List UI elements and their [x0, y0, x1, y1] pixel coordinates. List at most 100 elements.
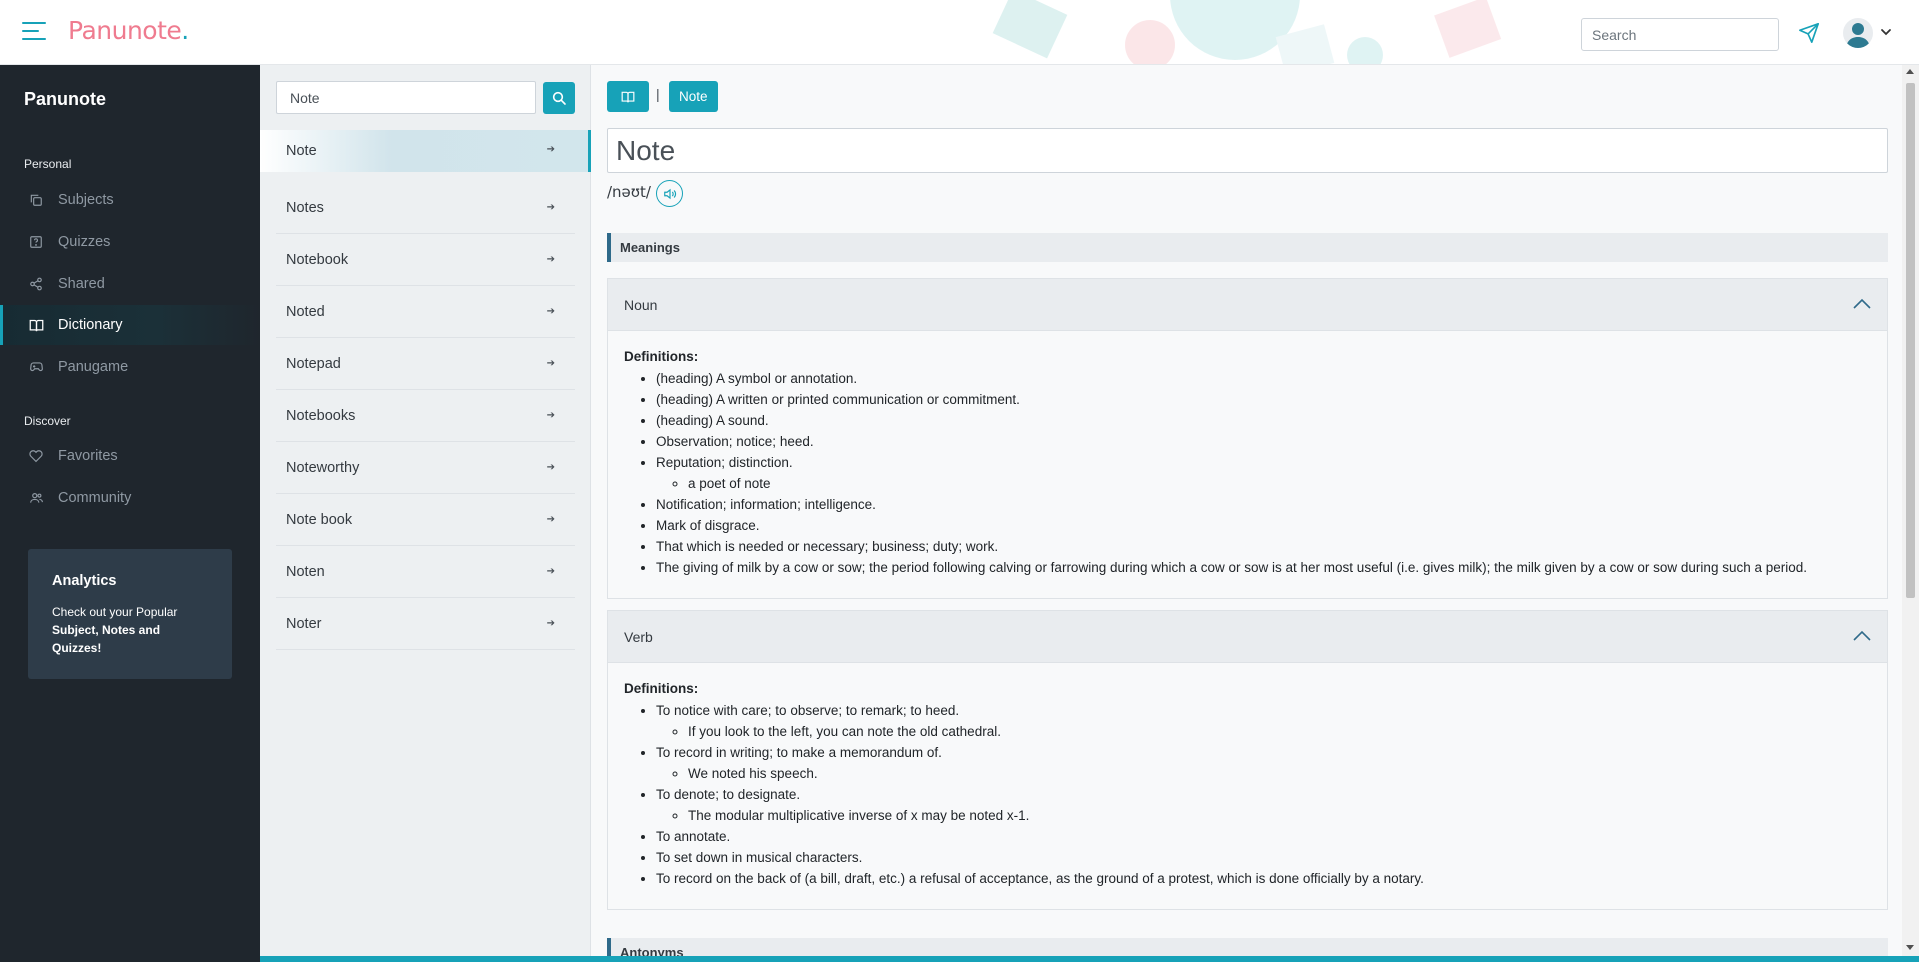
definition-item: To set down in musical characters.	[656, 847, 1871, 868]
app-logo[interactable]: Panunote.	[68, 16, 189, 45]
definition-item: To record on the back of (a bill, draft,…	[656, 868, 1871, 889]
sidebar-item-favorites[interactable]: Favorites	[0, 436, 260, 476]
arrow-right-icon: ➔	[546, 358, 555, 369]
sidebar-item-label: Community	[58, 490, 132, 506]
word-suggestion-list: Note ➔ Notes ➔ Notebook ➔ Noted ➔ Notepad ➔ N…	[260, 130, 591, 650]
word-field[interactable]	[607, 128, 1888, 173]
sidebar-item-quizzes[interactable]: Quizzes	[0, 222, 260, 262]
definition-item: Reputation; distinction. a poet of note	[656, 452, 1871, 494]
list-item[interactable]: Notebooks ➔	[276, 390, 575, 442]
definition-item: (heading) A written or printed communica…	[656, 389, 1871, 410]
sidebar-item-label: Shared	[58, 276, 105, 292]
analytics-card[interactable]: Analytics Check out your Popular Subject…	[28, 549, 232, 679]
breadcrumb-current-word[interactable]: Note	[669, 81, 718, 112]
example-item: a poet of note	[688, 473, 1871, 494]
definition-item: To denote; to designate. The modular mul…	[656, 784, 1871, 826]
sidebar-brand: Panunote	[24, 89, 107, 109]
heart-icon	[28, 448, 44, 464]
scroll-up-arrow[interactable]	[1906, 69, 1914, 74]
scrollbar-thumb[interactable]	[1906, 83, 1915, 598]
sidebar-item-label: Quizzes	[58, 234, 111, 250]
sidebar-item-shared[interactable]: Shared	[0, 264, 260, 304]
sidebar: Panunote Personal Subjects Quizzes Share…	[0, 65, 260, 962]
word-search-button[interactable]	[543, 82, 575, 114]
definition-item: Mark of disgrace.	[656, 515, 1871, 536]
definition-item: To notice with care; to observe; to rema…	[656, 700, 1871, 742]
arrow-right-icon: ➔	[546, 566, 555, 577]
decorative-shapes	[992, 0, 1502, 64]
page-scrollbar[interactable]	[1902, 65, 1919, 962]
example-item: The modular multiplicative inverse of x …	[688, 805, 1871, 826]
sidebar-item-label: Dictionary	[58, 317, 123, 333]
noun-accordion-header[interactable]: Noun	[608, 279, 1887, 331]
scroll-down-arrow[interactable]	[1906, 945, 1914, 950]
analytics-text: Check out your Popular Subject, Notes an…	[52, 605, 178, 655]
sidebar-item-panugame[interactable]: Panugame	[0, 347, 260, 387]
list-item[interactable]: Noten ➔	[276, 546, 575, 598]
copy-icon	[28, 192, 44, 208]
arrow-right-icon: ➔	[546, 462, 555, 473]
share-icon	[28, 276, 44, 292]
word-search-input[interactable]	[276, 81, 536, 114]
dictionary-home-button[interactable]	[607, 81, 649, 112]
book-icon	[28, 317, 44, 333]
example-item: If you look to the left, you can note th…	[688, 721, 1871, 742]
dictionary-main: | Note /nəʊt/ Meanings Noun Definitions:…	[591, 65, 1902, 962]
example-item: We noted his speech.	[688, 763, 1871, 784]
arrow-right-icon: ➔	[546, 306, 555, 317]
analytics-title: Analytics	[52, 573, 117, 589]
definition-item: That which is needed or necessary; busin…	[656, 536, 1871, 557]
section-label-personal: Personal	[24, 157, 72, 171]
arrow-right-icon: ➔	[546, 618, 555, 629]
menu-toggle-button[interactable]	[22, 22, 46, 42]
breadcrumb-separator: |	[656, 86, 660, 102]
noun-definitions: Definitions: (heading) A symbol or annot…	[608, 331, 1887, 598]
list-item[interactable]: Notes ➔	[276, 182, 575, 234]
user-icon	[1846, 23, 1870, 48]
definition-item: Notification; information; intelligence.	[656, 494, 1871, 515]
sidebar-item-subjects[interactable]: Subjects	[0, 180, 260, 220]
list-item[interactable]: Note book ➔	[276, 494, 575, 546]
sidebar-item-label: Subjects	[58, 192, 114, 208]
list-item[interactable]: Notepad ➔	[276, 338, 575, 390]
question-square-icon	[28, 234, 44, 250]
book-icon	[621, 91, 635, 102]
user-avatar[interactable]	[1843, 18, 1873, 48]
definition-item: The giving of milk by a cow or sow; the …	[656, 557, 1871, 578]
meanings-header: Meanings	[607, 233, 1888, 262]
list-item[interactable]: Notebook ➔	[276, 234, 575, 286]
sidebar-item-community[interactable]: Community	[0, 478, 260, 518]
top-navbar: Panunote.	[0, 0, 1919, 65]
definition-item: To annotate.	[656, 826, 1871, 847]
list-item[interactable]: Noted ➔	[276, 286, 575, 338]
list-item[interactable]: Note ➔	[260, 130, 591, 172]
arrow-right-icon: ➔	[546, 202, 555, 213]
list-item[interactable]: Noter ➔	[276, 598, 575, 650]
play-pronunciation-button[interactable]	[656, 180, 683, 207]
chevron-up-icon	[1853, 630, 1871, 641]
gamepad-icon	[28, 359, 44, 375]
global-search-input[interactable]	[1581, 18, 1779, 51]
search-icon	[552, 91, 566, 105]
section-label-discover: Discover	[24, 414, 71, 428]
sidebar-item-dictionary[interactable]: Dictionary	[0, 305, 260, 345]
arrow-right-icon: ➔	[546, 144, 555, 155]
definition-item: To record in writing; to make a memorand…	[656, 742, 1871, 784]
arrow-right-icon: ➔	[546, 514, 555, 525]
arrow-right-icon: ➔	[546, 410, 555, 421]
users-icon	[28, 490, 44, 506]
phonetic-text: /nəʊt/	[607, 183, 651, 201]
list-item[interactable]: Noteworthy ➔	[276, 442, 575, 494]
chevron-down-icon[interactable]	[1880, 26, 1892, 38]
chevron-up-icon	[1853, 298, 1871, 309]
verb-definitions: Definitions: To notice with care; to obs…	[608, 663, 1887, 909]
definition-item: (heading) A symbol or annotation.	[656, 368, 1871, 389]
definition-item: (heading) A sound.	[656, 410, 1871, 431]
definition-item: Observation; notice; heed.	[656, 431, 1871, 452]
noun-accordion: Noun Definitions: (heading) A symbol or …	[607, 278, 1888, 599]
bottom-accent-bar	[260, 956, 1919, 962]
send-icon[interactable]	[1798, 22, 1820, 44]
verb-accordion: Verb Definitions: To notice with care; t…	[607, 610, 1888, 910]
verb-accordion-header[interactable]: Verb	[608, 611, 1887, 663]
sidebar-item-label: Panugame	[58, 359, 129, 375]
